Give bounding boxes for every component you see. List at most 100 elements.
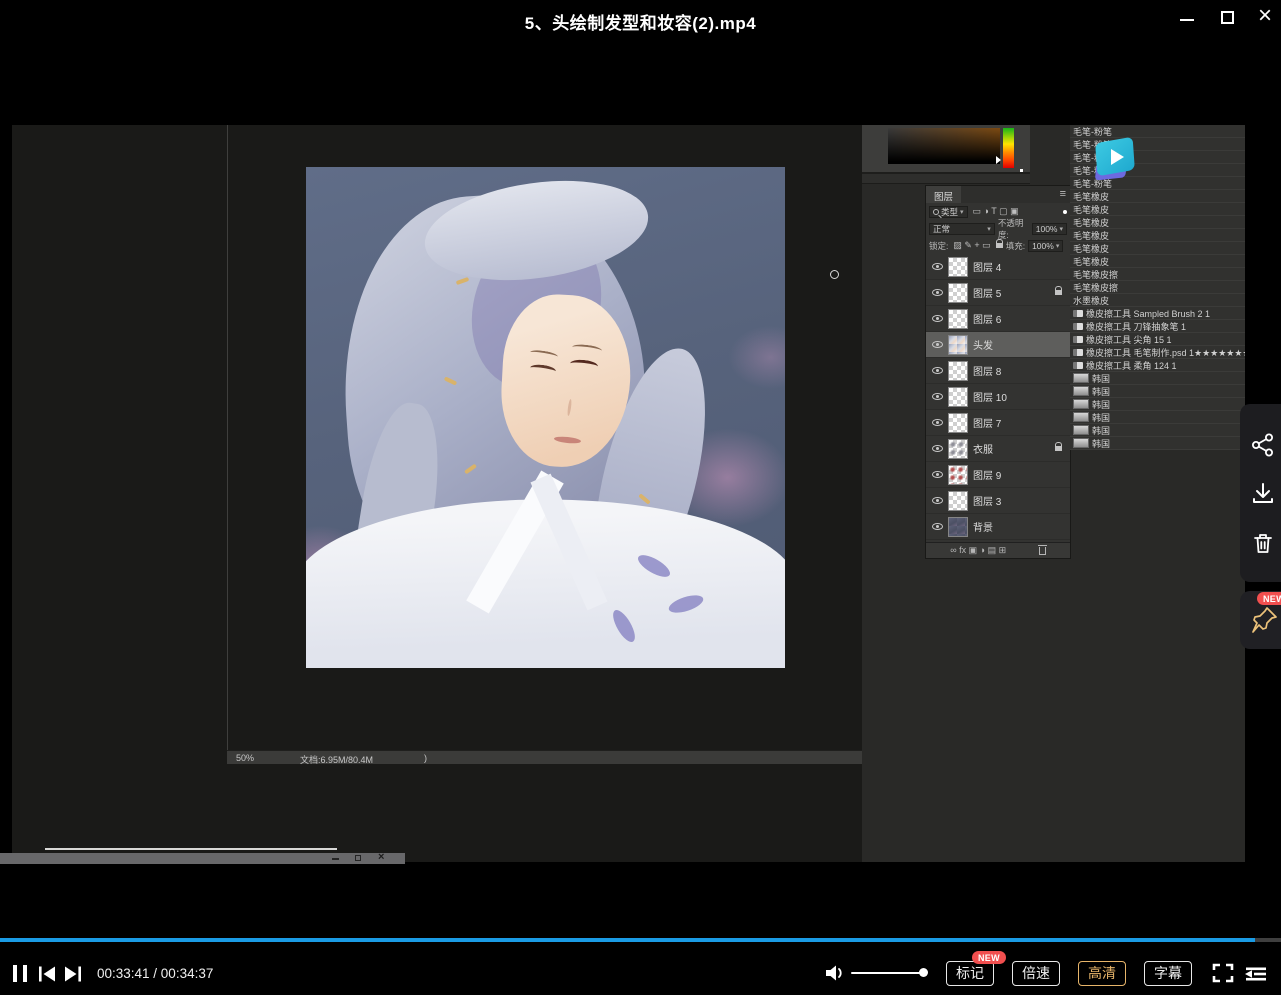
panel-menu-icon[interactable]: ≡ (1060, 188, 1066, 200)
layer-row[interactable]: 图层 9 (926, 462, 1070, 488)
layer-row[interactable]: 背景 (926, 514, 1070, 540)
fullscreen-icon[interactable] (1212, 963, 1234, 983)
tool-preset-row[interactable]: 毛笔橡皮擦 (1070, 281, 1245, 294)
close-icon[interactable]: × (378, 851, 384, 863)
layer-row[interactable]: 图层 7 (926, 410, 1070, 436)
layer-thumbnail[interactable] (948, 517, 968, 537)
tool-preset-row[interactable]: 橡皮擦工具 柔角 124 1 (1070, 359, 1245, 372)
mark-button[interactable]: 标记 (946, 961, 994, 986)
close-button[interactable]: × (1258, 2, 1272, 30)
tool-preset-row[interactable]: 韩国 (1070, 398, 1245, 411)
layer-thumbnail[interactable] (948, 465, 968, 485)
layer-name: 图层 8 (973, 363, 1001, 378)
preset-thumbnail (1073, 438, 1089, 448)
tool-preset-row[interactable]: 毛笔橡皮 (1070, 242, 1245, 255)
layer-name: 衣服 (973, 441, 993, 456)
color-saturation-field[interactable] (888, 128, 1000, 164)
hue-marker-icon[interactable] (996, 156, 1001, 164)
tool-preset-row[interactable]: 毛笔橡皮擦 (1070, 268, 1245, 281)
pause-button[interactable] (23, 965, 27, 982)
tool-preset-row[interactable]: 毛笔橡皮 (1070, 216, 1245, 229)
hue-slider[interactable] (1003, 128, 1014, 168)
visibility-eye-icon[interactable] (932, 289, 943, 296)
speed-button[interactable]: 倍速 (1012, 961, 1060, 986)
video-frame[interactable]: 50% 文档:6.95M/80.4M ) 图层 ≡ (12, 125, 1245, 862)
tool-preset-row[interactable]: 毛笔橡皮 (1070, 190, 1245, 203)
progress-bar[interactable] (0, 938, 1281, 942)
visibility-eye-icon[interactable] (932, 263, 943, 270)
fill-dropdown[interactable]: 100% ▾ (1028, 240, 1063, 252)
layer-row[interactable]: 图层 4 (926, 254, 1070, 280)
pause-button[interactable] (13, 965, 17, 982)
lock-option-icons[interactable]: ▨ ✎ + ▭ (953, 240, 990, 251)
tool-preset-row[interactable]: 韩国 (1070, 372, 1245, 385)
visibility-eye-icon[interactable] (932, 315, 943, 322)
tool-preset-row[interactable]: 橡皮擦工具 Sampled Brush 2 1 (1070, 307, 1245, 320)
layer-thumbnail[interactable] (948, 491, 968, 511)
trash-icon[interactable] (1250, 530, 1276, 556)
visibility-eye-icon[interactable] (932, 445, 943, 452)
layer-thumbnail[interactable] (948, 361, 968, 381)
layer-thumbnail[interactable] (948, 257, 968, 277)
volume-slider[interactable] (851, 972, 925, 974)
tool-preset-row[interactable]: 橡皮擦工具 毛笔制作.psd 1★★★★★★★★★ (1070, 346, 1245, 359)
layer-thumbnail[interactable] (948, 413, 968, 433)
layer-thumbnail[interactable] (948, 283, 968, 303)
layer-row[interactable]: 图层 3 (926, 488, 1070, 514)
share-icon[interactable] (1250, 432, 1276, 458)
minimize-icon[interactable] (332, 858, 339, 860)
layer-thumbnail[interactable] (948, 335, 968, 355)
filter-kind-icons[interactable]: ▭ ◑ T ▢ ▣ (973, 206, 1019, 217)
pin-new-badge: NEW (1257, 592, 1281, 605)
tool-preset-row[interactable]: 毛笔橡皮 (1070, 229, 1245, 242)
layer-row[interactable]: 图层 8 (926, 358, 1070, 384)
volume-icon[interactable] (824, 963, 846, 983)
blend-mode-dropdown[interactable]: 正常 ▾ (929, 223, 995, 235)
tool-preset-row[interactable]: 橡皮擦工具 刀锋抽象笔 1 (1070, 320, 1245, 333)
tool-preset-row[interactable]: 韩国 (1070, 437, 1245, 450)
volume-knob[interactable] (919, 968, 928, 977)
tool-preset-row[interactable]: 韩国 (1070, 411, 1245, 424)
delete-layer-icon[interactable] (1039, 547, 1046, 555)
layer-row[interactable]: 衣服 (926, 436, 1070, 462)
lock-all-icon[interactable] (996, 243, 1003, 248)
visibility-eye-icon[interactable] (932, 523, 943, 530)
playlist-icon[interactable] (1243, 966, 1267, 982)
visibility-eye-icon[interactable] (932, 471, 943, 478)
opacity-dropdown[interactable]: 100% ▾ (1032, 223, 1067, 235)
maximize-button[interactable] (1221, 11, 1234, 24)
tool-preset-row[interactable]: 水墨橡皮 (1070, 294, 1245, 307)
download-icon[interactable] (1250, 481, 1276, 507)
visibility-eye-icon[interactable] (932, 419, 943, 426)
tool-preset-row[interactable]: 韩国 (1070, 424, 1245, 437)
layers-toolbar-icons[interactable]: ∞ fx ▣ ◑ ▤ ⊞ (950, 545, 1006, 556)
layer-thumbnail[interactable] (948, 309, 968, 329)
layer-thumbnail[interactable] (948, 439, 968, 459)
filter-type-dropdown[interactable]: 类型 ▾ (929, 206, 968, 218)
layer-name: 图层 5 (973, 285, 1001, 300)
visibility-eye-icon[interactable] (932, 341, 943, 348)
visibility-eye-icon[interactable] (932, 367, 943, 374)
layers-tab[interactable]: 图层 (926, 186, 961, 203)
visibility-eye-icon[interactable] (932, 393, 943, 400)
visibility-eye-icon[interactable] (932, 497, 943, 504)
layer-thumbnail[interactable] (948, 387, 968, 407)
minimize-button[interactable] (1180, 19, 1194, 21)
tool-preset-row[interactable]: 毛笔橡皮 (1070, 203, 1245, 216)
filter-type-label: 类型 (941, 206, 958, 218)
zoom-level[interactable]: 50% (236, 753, 254, 763)
layer-row[interactable]: 图层 5 (926, 280, 1070, 306)
quality-button[interactable]: 高清 (1078, 961, 1126, 986)
layer-row[interactable]: 图层 10 (926, 384, 1070, 410)
layer-row[interactable]: 图层 6 (926, 306, 1070, 332)
maximize-icon[interactable] (355, 855, 361, 861)
filter-toggle-dot[interactable] (1063, 210, 1067, 214)
pin-icon[interactable] (1251, 606, 1278, 633)
previous-button[interactable] (38, 966, 56, 982)
layer-row[interactable]: 头发 (926, 332, 1070, 358)
next-button[interactable] (64, 966, 82, 982)
tool-preset-row[interactable]: 韩国 (1070, 385, 1245, 398)
tool-preset-row[interactable]: 橡皮擦工具 尖角 15 1 (1070, 333, 1245, 346)
subtitle-button[interactable]: 字幕 (1144, 961, 1192, 986)
tool-preset-row[interactable]: 毛笔橡皮 (1070, 255, 1245, 268)
